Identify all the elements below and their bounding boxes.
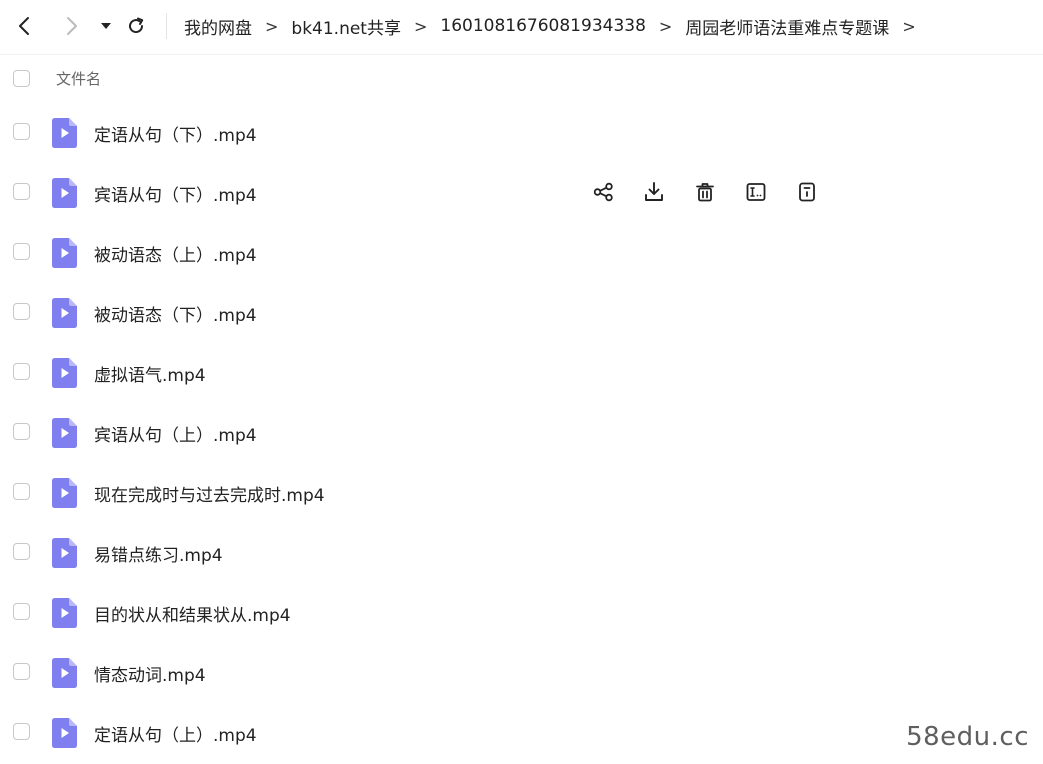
chevron-right-icon <box>67 17 77 35</box>
file-name[interactable]: 易错点练习.mp4 <box>94 541 223 566</box>
file-row[interactable]: 现在完成时与过去完成时.mp4 <box>0 462 1043 522</box>
watermark: 58edu.cc <box>906 722 1029 752</box>
refresh-icon <box>129 17 144 34</box>
row-action-toolbar <box>590 179 845 205</box>
video-file-icon <box>52 718 77 748</box>
file-name[interactable]: 现在完成时与过去完成时.mp4 <box>94 481 325 506</box>
file-row[interactable]: 定语从句（下）.mp4 <box>0 102 1043 162</box>
rename-icon <box>746 183 766 201</box>
file-browser: 我的网盘 > bk41.net共享 > 1601081676081934338 … <box>0 0 1043 764</box>
column-header-filename[interactable]: 文件名 <box>56 68 101 89</box>
breadcrumb-separator: > <box>265 16 279 36</box>
navigation-bar: 我的网盘 > bk41.net共享 > 1601081676081934338 … <box>0 0 1043 55</box>
file-row[interactable]: 宾语从句（下）.mp4 <box>0 162 1043 222</box>
file-row[interactable]: 被动语态（下）.mp4 <box>0 282 1043 342</box>
video-file-icon <box>52 658 77 688</box>
file-row[interactable]: 情态动词.mp4 <box>0 642 1043 702</box>
share-button[interactable] <box>590 179 616 205</box>
breadcrumb: 我的网盘 > bk41.net共享 > 1601081676081934338 … <box>184 12 929 40</box>
download-icon <box>645 182 663 201</box>
video-file-icon <box>52 418 77 448</box>
breadcrumb-item-id-folder[interactable]: 1601081676081934338 <box>440 16 646 36</box>
file-name[interactable]: 虚拟语气.mp4 <box>94 361 206 386</box>
list-header: 文件名 <box>0 58 1043 98</box>
select-all-checkbox[interactable] <box>13 69 30 87</box>
details-icon <box>799 182 815 202</box>
delete-button[interactable] <box>692 179 718 205</box>
file-name[interactable]: 被动语态（上）.mp4 <box>94 241 257 266</box>
caret-down-icon <box>101 23 111 29</box>
refresh-button[interactable] <box>122 12 150 40</box>
breadcrumb-separator[interactable]: > <box>902 17 915 36</box>
breadcrumb-separator: > <box>413 16 428 36</box>
video-file-icon <box>52 238 77 268</box>
row-checkbox[interactable] <box>13 243 30 260</box>
breadcrumb-item-my-drive[interactable]: 我的网盘 <box>184 14 252 39</box>
nav-divider <box>166 13 167 39</box>
video-file-icon <box>52 598 77 628</box>
chevron-left-icon <box>19 17 29 35</box>
video-file-icon <box>52 298 77 328</box>
forward-button[interactable] <box>57 12 85 40</box>
video-file-icon <box>52 118 77 148</box>
breadcrumb-item-current-folder[interactable]: 周园老师语法重难点专题课 <box>685 14 889 39</box>
download-button[interactable] <box>641 179 667 205</box>
back-button[interactable] <box>11 12 39 40</box>
details-button[interactable] <box>794 179 820 205</box>
row-checkbox[interactable] <box>13 543 30 560</box>
row-checkbox[interactable] <box>13 123 30 140</box>
row-checkbox[interactable] <box>13 663 30 680</box>
file-name[interactable]: 定语从句（下）.mp4 <box>94 121 257 146</box>
video-file-icon <box>52 478 77 508</box>
delete-icon <box>696 183 714 202</box>
row-checkbox[interactable] <box>13 183 30 200</box>
file-name[interactable]: 宾语从句（上）.mp4 <box>94 421 257 446</box>
row-checkbox[interactable] <box>13 723 30 740</box>
video-file-icon <box>52 178 77 208</box>
row-checkbox[interactable] <box>13 603 30 620</box>
file-name[interactable]: 定语从句（上）.mp4 <box>94 721 257 746</box>
file-row[interactable]: 被动语态（上）.mp4 <box>0 222 1043 282</box>
file-name[interactable]: 目的状从和结果状从.mp4 <box>94 601 291 626</box>
rename-button[interactable] <box>743 179 769 205</box>
file-row[interactable]: 目的状从和结果状从.mp4 <box>0 582 1043 642</box>
file-row[interactable]: 易错点练习.mp4 <box>0 522 1043 582</box>
history-dropdown-button[interactable] <box>92 12 120 40</box>
file-name[interactable]: 被动语态（下）.mp4 <box>94 301 257 326</box>
file-row[interactable]: 定语从句（上）.mp4 <box>0 702 1043 762</box>
breadcrumb-item-shared-folder[interactable]: bk41.net共享 <box>291 14 401 39</box>
breadcrumb-separator: > <box>658 16 673 36</box>
share-icon <box>593 182 613 202</box>
file-name[interactable]: 宾语从句（下）.mp4 <box>94 181 257 206</box>
row-checkbox[interactable] <box>13 363 30 380</box>
row-checkbox[interactable] <box>13 483 30 500</box>
row-checkbox[interactable] <box>13 303 30 320</box>
row-checkbox[interactable] <box>13 423 30 440</box>
video-file-icon <box>52 358 77 388</box>
file-row[interactable]: 宾语从句（上）.mp4 <box>0 402 1043 462</box>
file-name[interactable]: 情态动词.mp4 <box>94 661 206 686</box>
video-file-icon <box>52 538 77 568</box>
file-row[interactable]: 虚拟语气.mp4 <box>0 342 1043 402</box>
